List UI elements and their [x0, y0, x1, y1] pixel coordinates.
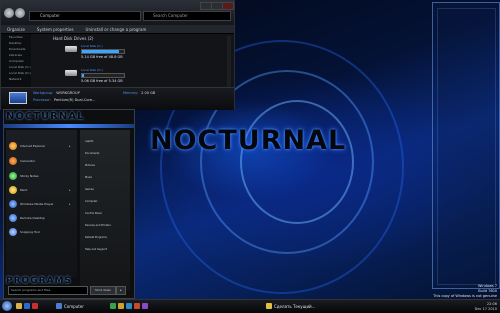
start-menu-accent-bar: [4, 124, 134, 128]
link-default-programs[interactable]: Default Programs: [85, 236, 107, 239]
explorer-toolbar: Organize System properties Uninstall or …: [1, 25, 234, 34]
all-programs-label[interactable]: PROGRAMS: [6, 276, 72, 286]
explorer-content: Hard Disk Drives (2) Local Disk (C:) 5.1…: [33, 36, 231, 89]
drive-free-space: 5.06 GB free of 5.34 GB: [81, 79, 123, 83]
taskbar-clock[interactable]: 22:06 Dec 17 2010: [475, 302, 497, 311]
drive-usage-fill: [82, 74, 85, 77]
program-item[interactable]: Sticky Notes: [9, 172, 39, 180]
explorer-window[interactable]: Computer Search Computer Organize System…: [0, 0, 235, 110]
drives-header: Hard Disk Drives (2): [53, 36, 94, 41]
program-item[interactable]: Snipping Tool: [9, 228, 40, 236]
submenu-arrow[interactable]: ▸: [69, 202, 71, 206]
link-user[interactable]: user01: [85, 140, 94, 143]
computer-icon: [9, 92, 27, 104]
app-icon[interactable]: [126, 303, 132, 309]
quicklaunch-icons: [16, 303, 38, 309]
taskbar-item-computer[interactable]: Computer: [56, 303, 84, 309]
nav-item[interactable]: Network: [1, 76, 31, 82]
link-devices-printers[interactable]: Devices and Printers: [85, 224, 111, 227]
sticky-notes-icon: [9, 172, 17, 180]
watermark-line: Build 7600: [478, 289, 497, 293]
close-button[interactable]: [222, 2, 234, 10]
media-player-icon: [9, 200, 17, 208]
workgroup-info: Workgroup: WORKGROUP: [33, 91, 80, 95]
browser-icon[interactable]: [24, 303, 30, 309]
link-music[interactable]: Music: [85, 176, 92, 179]
internet-explorer-icon: [9, 142, 17, 150]
remote-desktop-icon: [9, 214, 17, 222]
taskbar-tray-icons: [110, 303, 148, 309]
address-text: Computer: [40, 13, 60, 18]
explorer-titlebar[interactable]: Computer Search Computer: [1, 1, 234, 25]
app-icon[interactable]: [110, 303, 116, 309]
drive-usage-bar: [81, 49, 125, 54]
watermark-line: Windows 7: [478, 284, 497, 288]
address-bar[interactable]: Computer: [29, 11, 141, 21]
forward-button[interactable]: [15, 8, 25, 18]
start-menu-title: NOCTURNAL: [6, 111, 85, 122]
drive-free-space: 5.14 GB free of 48.8 GB: [81, 55, 123, 59]
app-icon[interactable]: [118, 303, 124, 309]
paint-icon: [266, 303, 272, 309]
watermark-line: This copy of Windows is not genuine: [433, 294, 497, 298]
sidebar-frame: [437, 8, 496, 285]
start-menu: NOCTURNAL Internet Explorer ▸ Calculator…: [3, 109, 135, 299]
taskbar-item-active[interactable]: Сделать Текущий...: [266, 303, 315, 309]
snipping-tool-icon: [9, 228, 17, 236]
link-games[interactable]: Games: [85, 188, 94, 191]
folder-icon[interactable]: [16, 303, 22, 309]
app-icon[interactable]: [142, 303, 148, 309]
gadget-sidebar: [432, 2, 500, 289]
link-pictures[interactable]: Pictures: [85, 164, 95, 167]
wallpaper-swirl: [240, 100, 354, 224]
start-menu-links: user01 Documents Pictures Music Games Co…: [80, 130, 130, 290]
start-search-input[interactable]: Search programs and files: [8, 286, 88, 295]
link-computer[interactable]: Computer: [85, 200, 97, 203]
shutdown-button[interactable]: Shut down: [90, 286, 116, 295]
program-item[interactable]: Paint: [9, 186, 27, 194]
paint-icon: [9, 186, 17, 194]
pinned-programs: Internet Explorer ▸ Calculator Sticky No…: [6, 130, 77, 277]
program-item[interactable]: Calculator: [9, 157, 35, 165]
drive-c[interactable]: Local Disk (C:) 5.14 GB free of 48.8 GB: [65, 44, 125, 59]
details-pane: Workgroup: WORKGROUP Memory: 2.00 GB Proce…: [1, 87, 234, 110]
search-input[interactable]: Search Computer: [143, 11, 231, 21]
shutdown-options-button[interactable]: ▸: [116, 286, 126, 295]
link-help-support[interactable]: Help and Support: [85, 248, 107, 251]
drive-name: Local Disk (C:): [81, 44, 103, 48]
toolbar-organize[interactable]: Organize: [7, 27, 25, 32]
drive-name: Local Disk (D:): [81, 68, 103, 72]
link-documents[interactable]: Documents: [85, 152, 99, 155]
hard-drive-icon: [65, 70, 77, 76]
submenu-arrow[interactable]: ▸: [69, 144, 71, 148]
program-item[interactable]: Remote Desktop: [9, 214, 45, 222]
start-button[interactable]: [2, 301, 12, 311]
submenu-arrow[interactable]: ▸: [69, 188, 71, 192]
scrollbar[interactable]: [227, 36, 231, 89]
toolbar-uninstall[interactable]: Uninstall or change a program: [86, 27, 147, 32]
drive-usage-bar: [81, 73, 125, 78]
toolbar-system-properties[interactable]: System properties: [37, 27, 74, 32]
drive-d[interactable]: Local Disk (D:) 5.06 GB free of 5.34 GB: [65, 68, 125, 83]
media-icon[interactable]: [32, 303, 38, 309]
program-item[interactable]: Windows Media Player: [9, 200, 54, 208]
app-icon[interactable]: [134, 303, 140, 309]
processor-info: Processor: Pentium(R) Dual-Core...: [33, 98, 96, 102]
computer-icon: [56, 303, 62, 309]
navigation-pane: Favorites Desktop Downloads Libraries Co…: [1, 34, 31, 87]
drive-usage-fill: [82, 50, 120, 53]
taskbar: Computer Сделать Текущий... 22:06 Dec 17 …: [0, 299, 500, 313]
back-button[interactable]: [4, 8, 14, 18]
link-control-panel[interactable]: Control Panel: [85, 212, 102, 215]
wallpaper-wordmark: NOCTURNAL: [150, 125, 347, 156]
search-placeholder: Search Computer: [153, 13, 188, 18]
program-item[interactable]: Internet Explorer: [9, 142, 45, 150]
hard-drive-icon: [65, 46, 77, 52]
memory-info: Memory: 2.00 GB: [123, 91, 156, 95]
calculator-icon: [9, 157, 17, 165]
